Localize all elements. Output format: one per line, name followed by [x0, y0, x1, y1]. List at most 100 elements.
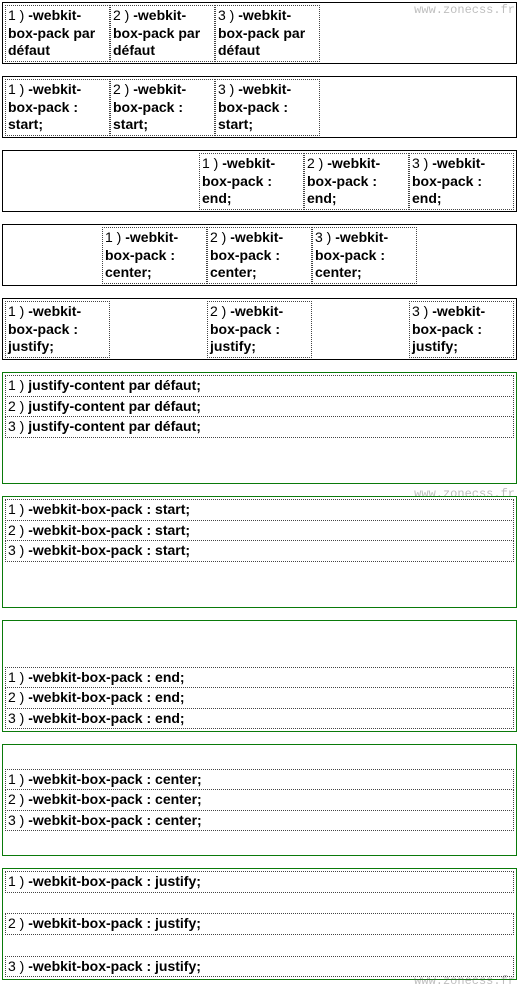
demo-cell: 2 ) -webkit-box-pack : end; — [304, 153, 409, 210]
demo-v-start: 1 ) -webkit-box-pack : start; 2 ) -webki… — [2, 496, 517, 608]
demo-row: 3 ) justify-content par défaut; — [5, 416, 514, 438]
cell-index: 2 ) — [210, 229, 226, 245]
demo-row: 2 ) -webkit-box-pack : end; — [5, 687, 514, 709]
cell-index: 3 ) — [218, 7, 234, 23]
demo-h-end: 1 ) -webkit-box-pack : end; 2 ) -webkit-… — [2, 150, 517, 212]
cell-val: justify; — [8, 338, 54, 354]
cell-val: center; — [315, 264, 362, 280]
cell-index: 3 ) — [412, 155, 428, 171]
demo-row: 1 ) -webkit-box-pack : justify; — [5, 871, 514, 893]
cell-index: 2 ) — [210, 303, 226, 319]
demo-v-end: 1 ) -webkit-box-pack : end; 2 ) -webkit-… — [2, 620, 517, 732]
row-prop: -webkit-box-pack : center; — [28, 771, 201, 787]
demo-cell: 3 ) -webkit-box-pack : start; — [215, 79, 320, 136]
row-index: 2 ) — [8, 522, 24, 538]
row-prop: -webkit-box-pack : start; — [28, 522, 190, 538]
row-index: 3 ) — [8, 812, 24, 828]
demo-h-center: 1 ) -webkit-box-pack : center; 2 ) -webk… — [2, 224, 517, 286]
demo-cell: 2 ) -webkit-box-pack : start; — [110, 79, 215, 136]
row-index: 3 ) — [8, 710, 24, 726]
row-index: 3 ) — [8, 542, 24, 558]
demo-cell: 3 ) -webkit-box-pack : justify; — [409, 301, 514, 358]
row-index: 1 ) — [8, 377, 24, 393]
demo-cell: 3 ) -webkit-box-pack : end; — [409, 153, 514, 210]
cell-val: start; — [218, 116, 253, 132]
demo-cell: 3 ) -webkit-box-pack par défaut — [215, 5, 320, 62]
cell-index: 1 ) — [8, 7, 24, 23]
cell-val: center; — [105, 264, 152, 280]
demo-cell: 1 ) -webkit-box-pack : start; — [5, 79, 110, 136]
row-prop: -webkit-box-pack : end; — [28, 669, 184, 685]
cell-index: 1 ) — [202, 155, 218, 171]
row-prop: justify-content — [28, 377, 124, 393]
cell-val: justify; — [412, 338, 458, 354]
row-prop: -webkit-box-pack : justify; — [28, 915, 201, 931]
cell-index: 2 ) — [113, 7, 129, 23]
row-prop: -webkit-box-pack : end; — [28, 710, 184, 726]
demo-row: 1 ) -webkit-box-pack : start; — [5, 499, 514, 521]
row-prop: -webkit-box-pack : justify; — [28, 958, 201, 974]
demo-row: 1 ) justify-content par défaut; — [5, 375, 514, 397]
cell-index: 3 ) — [412, 303, 428, 319]
row-prop: -webkit-box-pack : start; — [28, 542, 190, 558]
cell-val: center; — [210, 264, 257, 280]
row-val: par défaut; — [125, 418, 201, 434]
cell-val: justify; — [210, 338, 256, 354]
demo-h-start: 1 ) -webkit-box-pack : start; 2 ) -webki… — [2, 76, 517, 138]
demo-row: 1 ) -webkit-box-pack : center; — [5, 769, 514, 791]
demo-row: 2 ) -webkit-box-pack : justify; — [5, 913, 514, 935]
page: www.zonecss.fr 1 ) -webkit-box-pack par … — [0, 2, 519, 980]
demo-v-justify: 1 ) -webkit-box-pack : justify; 2 ) -web… — [2, 868, 517, 980]
demo-cell: 1 ) -webkit-box-pack : center; — [102, 227, 207, 284]
row-prop: justify-content — [28, 398, 124, 414]
cell-index: 2 ) — [307, 155, 323, 171]
cell-index: 1 ) — [8, 303, 24, 319]
cell-index: 3 ) — [218, 81, 234, 97]
row-index: 3 ) — [8, 958, 24, 974]
cell-val: end; — [412, 190, 442, 206]
cell-val: end; — [202, 190, 232, 206]
demo-h-justify: 1 ) -webkit-box-pack : justify; 2 ) -web… — [2, 298, 517, 360]
row-index: 2 ) — [8, 689, 24, 705]
row-index: 2 ) — [8, 791, 24, 807]
row-val: par défaut; — [125, 377, 201, 393]
row-index: 2 ) — [8, 915, 24, 931]
demo-cell: 1 ) -webkit-box-pack par défaut — [5, 5, 110, 62]
demo-row: 2 ) -webkit-box-pack : center; — [5, 789, 514, 811]
cell-index: 1 ) — [105, 229, 121, 245]
row-prop: -webkit-box-pack : center; — [28, 791, 201, 807]
demo-v-default: 1 ) justify-content par défaut; 2 ) just… — [2, 372, 517, 484]
row-prop: -webkit-box-pack : end; — [28, 689, 184, 705]
row-index: 3 ) — [8, 418, 24, 434]
demo-row: 3 ) -webkit-box-pack : end; — [5, 708, 514, 730]
row-prop: justify-content — [28, 418, 124, 434]
row-index: 1 ) — [8, 873, 24, 889]
demo-cell: 1 ) -webkit-box-pack : justify; — [5, 301, 110, 358]
row-index: 1 ) — [8, 501, 24, 517]
cell-index: 3 ) — [315, 229, 331, 245]
cell-val: end; — [307, 190, 337, 206]
cell-index: 2 ) — [113, 81, 129, 97]
demo-row: 2 ) -webkit-box-pack : start; — [5, 520, 514, 542]
demo-cell: 1 ) -webkit-box-pack : end; — [199, 153, 304, 210]
row-index: 1 ) — [8, 669, 24, 685]
demo-v-center: 1 ) -webkit-box-pack : center; 2 ) -webk… — [2, 744, 517, 856]
demo-row: 1 ) -webkit-box-pack : end; — [5, 667, 514, 689]
cell-index: 1 ) — [8, 81, 24, 97]
row-val: par défaut; — [125, 398, 201, 414]
demo-cell: 2 ) -webkit-box-pack : center; — [207, 227, 312, 284]
demo-row: 2 ) justify-content par défaut; — [5, 396, 514, 418]
row-prop: -webkit-box-pack : justify; — [28, 873, 201, 889]
demo-row: 3 ) -webkit-box-pack : center; — [5, 810, 514, 832]
demo-cell: 2 ) -webkit-box-pack par défaut — [110, 5, 215, 62]
row-prop: -webkit-box-pack : center; — [28, 812, 201, 828]
row-prop: -webkit-box-pack : start; — [28, 501, 190, 517]
demo-row: 3 ) -webkit-box-pack : start; — [5, 540, 514, 562]
demo-h-default: 1 ) -webkit-box-pack par défaut 2 ) -web… — [2, 2, 517, 64]
demo-row: 3 ) -webkit-box-pack : justify; — [5, 956, 514, 978]
cell-val: start; — [8, 116, 43, 132]
row-index: 1 ) — [8, 771, 24, 787]
demo-cell: 3 ) -webkit-box-pack : center; — [312, 227, 417, 284]
row-index: 2 ) — [8, 398, 24, 414]
cell-val: start; — [113, 116, 148, 132]
